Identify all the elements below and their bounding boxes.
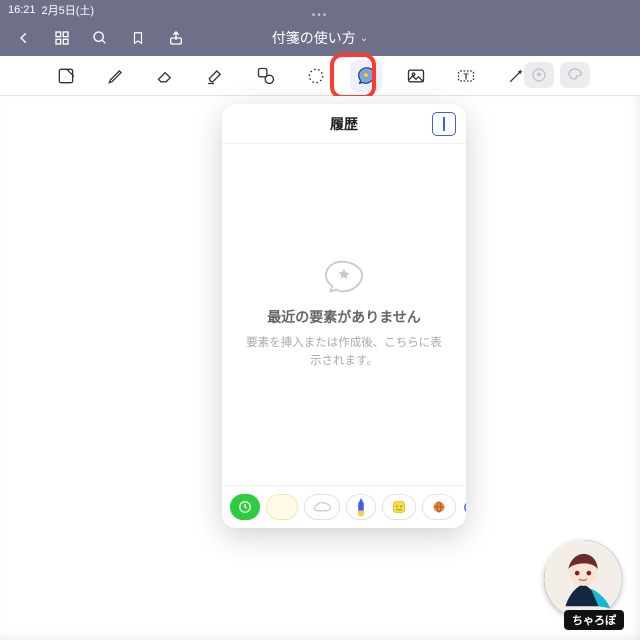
- grid-button[interactable]: [48, 24, 76, 52]
- creator-avatar: [544, 540, 622, 618]
- creator-label: ちゃろぽ: [564, 610, 624, 630]
- history-tab-button[interactable]: [230, 494, 260, 520]
- empty-subtitle: 要素を挿入または作成後、こちらに表示されます。: [242, 335, 446, 370]
- bookmark-button[interactable]: [124, 24, 152, 52]
- ball-sticker-button[interactable]: [422, 494, 456, 520]
- page-title[interactable]: 付箋の使い方 ⌄: [272, 28, 368, 48]
- layout-toggle-button[interactable]: [432, 112, 456, 136]
- cloud-shape-button[interactable]: [304, 494, 340, 520]
- highlighter-tool[interactable]: [200, 60, 232, 92]
- back-button[interactable]: [10, 24, 38, 52]
- share-button[interactable]: [162, 24, 190, 52]
- drag-handle-icon[interactable]: •••: [312, 10, 329, 21]
- select-frame-tool[interactable]: [50, 60, 82, 92]
- chevron-down-icon: ⌄: [360, 33, 368, 44]
- top-nav: ••• 付箋の使い方 ⌄: [0, 20, 640, 56]
- popover-body: 最近の要素がありません 要素を挿入または作成後、こちらに表示されます。: [222, 144, 466, 485]
- add-category-button[interactable]: ⊕: [462, 494, 466, 520]
- image-tool[interactable]: [400, 60, 432, 92]
- status-time: 16:21: [8, 4, 36, 16]
- popover-footer: ⊕: [222, 485, 466, 528]
- lasso-tool[interactable]: [300, 60, 332, 92]
- history-popover: 履歴 最近の要素がありません 要素を挿入または作成後、こちらに表示されます。 ⊕: [222, 104, 466, 528]
- status-date: 2月5日(土): [42, 2, 95, 18]
- svg-text:T: T: [463, 71, 468, 81]
- popover-title: 履歴: [330, 114, 358, 134]
- palette-disabled-button[interactable]: [560, 62, 590, 88]
- sticker-tool[interactable]: [350, 60, 382, 92]
- eraser-tool[interactable]: [150, 60, 182, 92]
- favorite-disabled-button[interactable]: [524, 62, 554, 88]
- pen-tool[interactable]: [100, 60, 132, 92]
- text-tool[interactable]: T: [450, 60, 482, 92]
- shape-tool[interactable]: [250, 60, 282, 92]
- pen-preset-button[interactable]: [346, 494, 376, 520]
- popover-header: 履歴: [222, 104, 466, 144]
- empty-title: 最近の要素がありません: [267, 307, 421, 327]
- empty-star-icon: [321, 259, 367, 295]
- toolbar-right-group: [524, 62, 590, 88]
- sticky-yellow-button[interactable]: [266, 494, 298, 520]
- search-button[interactable]: [86, 24, 114, 52]
- tool-bar: T: [0, 56, 640, 96]
- stamp-button[interactable]: [382, 494, 416, 520]
